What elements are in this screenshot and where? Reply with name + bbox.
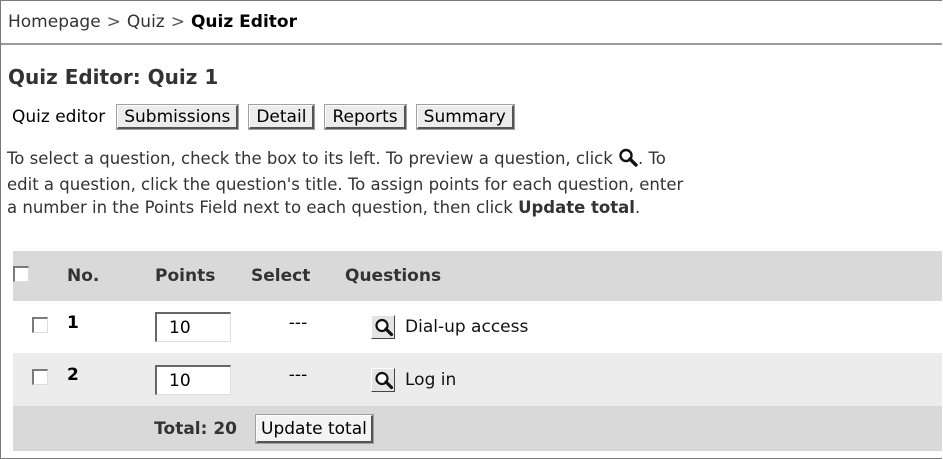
instructions: To select a question, check the box to i…: [7, 147, 942, 219]
questions-table: No. Points Select Questions 1 10 --- Dia…: [13, 251, 942, 451]
tab-submissions[interactable]: Submissions: [116, 103, 240, 130]
header-no: No.: [67, 266, 100, 286]
page-frame: Homepage > Quiz > Quiz Editor Quiz Editor: Q…: [0, 0, 942, 459]
row-checkbox[interactable]: [32, 369, 48, 385]
update-cell: Update total: [251, 406, 942, 451]
breadcrumb: Homepage > Quiz > Quiz Editor: [1, 1, 942, 45]
row-number: 2: [67, 365, 79, 385]
total-label: Total: 20: [154, 418, 237, 439]
magnifier-icon: [375, 318, 394, 337]
instructions-text: a number in the Points Field next to eac…: [7, 198, 519, 217]
points-cell: 10: [155, 353, 251, 406]
question-cell: Dial-up access: [345, 301, 942, 353]
tab-bar: Quiz editor Submissions Detail Reports S…: [12, 103, 525, 130]
breadcrumb-separator: >: [106, 12, 121, 32]
preview-button[interactable]: [371, 367, 395, 392]
instructions-line-2: edit a question, click the question's ti…: [7, 175, 684, 194]
instructions-text: To select a question, check the box to i…: [7, 149, 619, 168]
select-all-checkbox[interactable]: [13, 265, 29, 282]
header-questions: Questions: [345, 266, 442, 286]
table-header-row: No. Points Select Questions: [13, 251, 942, 301]
instructions-line-1: To select a question, check the box to i…: [7, 147, 942, 173]
instructions-line-3: a number in the Points Field next to eac…: [7, 196, 942, 219]
breadcrumb-current: Quiz Editor: [190, 12, 297, 32]
points-input[interactable]: 10: [155, 364, 231, 395]
preview-button[interactable]: [371, 315, 395, 339]
header-checkbox-cell: [13, 251, 67, 301]
total-row: Total: 20 Update total: [13, 406, 942, 451]
tab-reports[interactable]: Reports: [324, 103, 407, 130]
question-title-link[interactable]: Dial-up access: [405, 317, 528, 337]
breadcrumb-quiz[interactable]: Quiz: [127, 12, 165, 32]
magnifier-icon: [375, 371, 394, 389]
row-checkbox[interactable]: [32, 316, 48, 333]
magnifier-icon: [618, 148, 638, 173]
tab-detail[interactable]: Detail: [248, 103, 316, 130]
breadcrumb-homepage[interactable]: Homepage: [8, 12, 101, 32]
select-value: ---: [288, 313, 308, 333]
row-number: 1: [67, 313, 79, 333]
instructions-text: . To: [638, 149, 666, 168]
table-row: 2 10 --- Log in: [13, 353, 942, 406]
page-title: Quiz Editor: Quiz 1: [8, 65, 219, 89]
row-checkbox-cell: [13, 301, 67, 353]
question-cell: Log in: [345, 353, 942, 406]
update-total-button[interactable]: Update total: [255, 413, 374, 444]
header-select: Select: [251, 266, 311, 286]
points-cell: 10: [155, 301, 251, 353]
select-value: ---: [288, 365, 308, 385]
points-input[interactable]: 10: [155, 312, 231, 342]
header-points: Points: [155, 266, 216, 286]
row-checkbox-cell: [13, 353, 67, 406]
table-row: 1 10 --- Dial-up access: [13, 301, 942, 353]
instructions-update-total: Update total: [518, 198, 635, 217]
instructions-text: .: [634, 198, 641, 217]
tab-quiz-editor: Quiz editor: [12, 106, 106, 127]
question-title-link[interactable]: Log in: [405, 370, 456, 390]
tab-summary[interactable]: Summary: [415, 103, 515, 130]
breadcrumb-separator: >: [170, 12, 185, 32]
